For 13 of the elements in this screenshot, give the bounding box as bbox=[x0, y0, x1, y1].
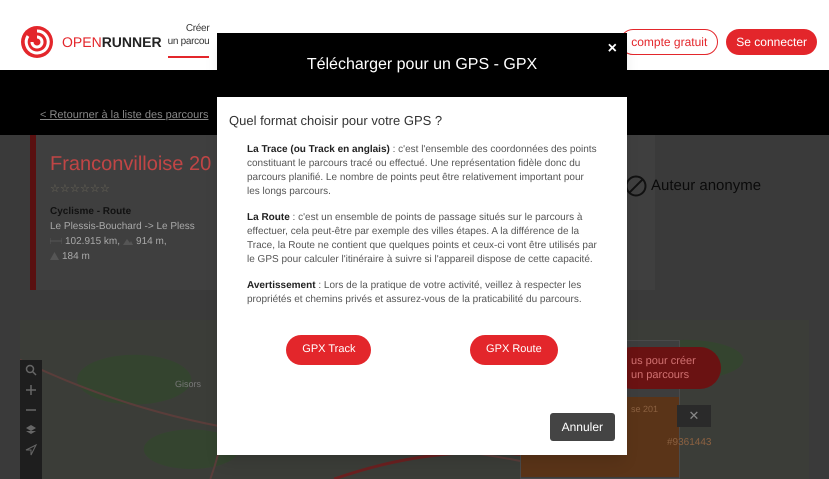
star-rating: ☆☆☆☆☆☆ bbox=[50, 182, 110, 197]
altitude-value: 184 m bbox=[62, 250, 90, 264]
info-paragraph: Avertissement : Lors de la pratique de votre activité, veillez à respecter les propriétés et chemins privés et assurez-vous de la praticabilité du parcours. bbox=[247, 278, 583, 306]
route-places: Le Plessis-Bouchard -> Le Pless bbox=[50, 220, 195, 234]
info-paragraph: La Trace (ou Track en anglais) : c'est l'ensemble des coordonnées des points constituant le parcours tracé ou effectué. Une représentation fidèle donc du parcours planifié. Le nombre de points peut être relativement important pour les longs parcours. bbox=[247, 142, 597, 198]
item-id: #9361443 bbox=[667, 436, 712, 450]
route-title: Franconvilloise 20 bbox=[50, 152, 212, 177]
distance-value: 102.915 km, bbox=[65, 234, 120, 248]
modal-title: Télécharger pour un GPS - GPX bbox=[306, 55, 538, 75]
info-paragraph: La Route : c'est un ensemble de points de passage situés sur le parcours à effectuer, cela peut-être par exemple des villes étapes. A la différence de la Trace, la Route ne contient que quelques points et ceux-ci vont être utilisés par le GPS pour calculer l'itinéraire à suivre si l'appareil dispose de cette capacité. bbox=[247, 210, 597, 266]
map-label: Gisors bbox=[175, 378, 202, 391]
climb-value: 914 m, bbox=[136, 234, 167, 248]
modal-question: Quel format choisir pour votre GPS ? bbox=[229, 112, 444, 130]
